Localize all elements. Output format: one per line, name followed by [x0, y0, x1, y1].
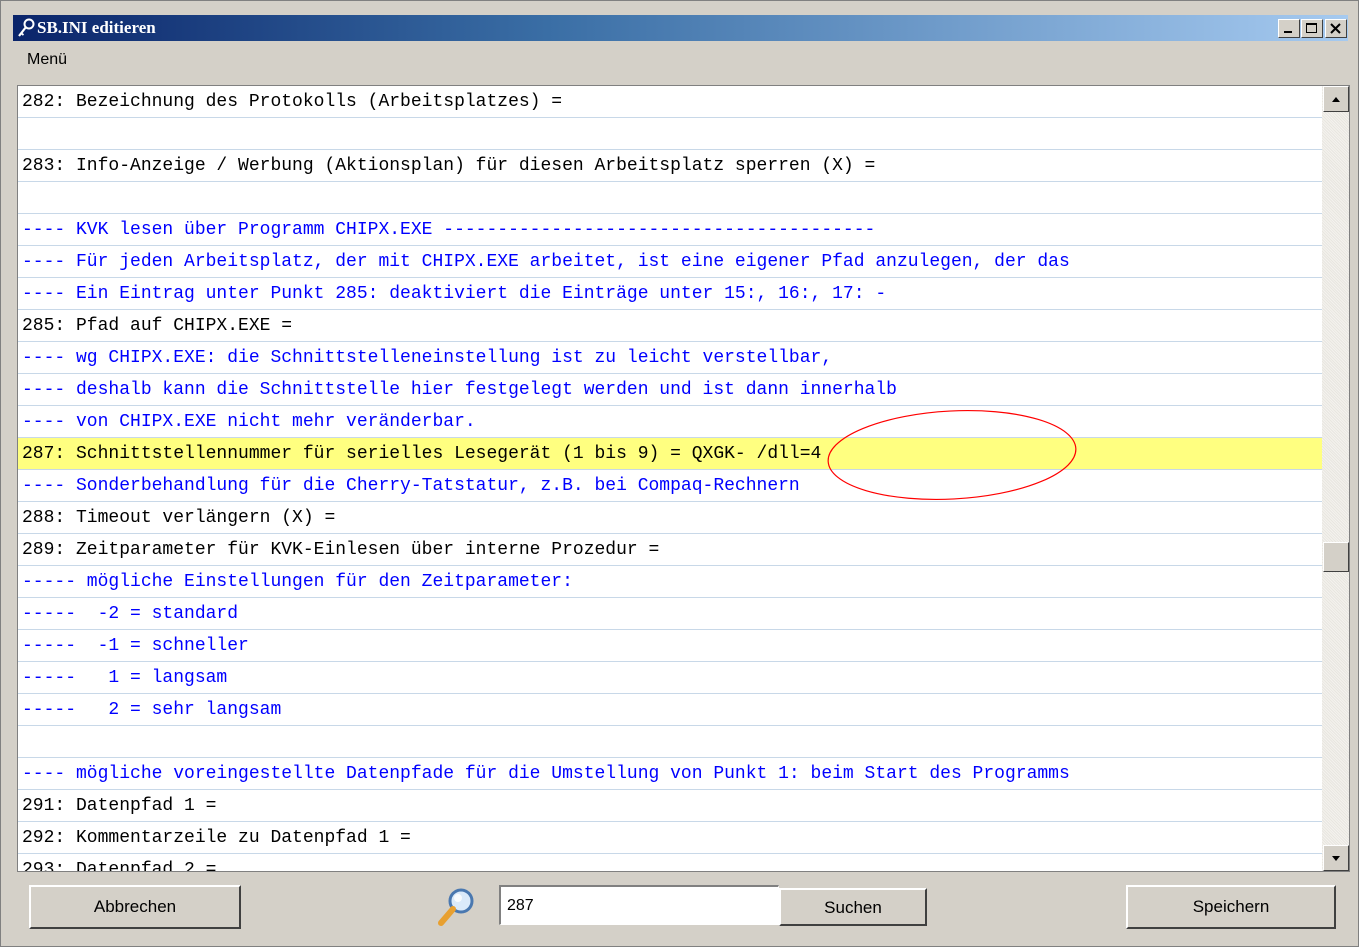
editor-line[interactable]: ---- Ein Eintrag unter Punkt 285: deakti… — [18, 278, 1323, 310]
search-button[interactable]: Suchen — [779, 888, 927, 926]
maximize-icon — [1306, 23, 1317, 33]
editor-line[interactable]: ---- von CHIPX.EXE nicht mehr veränderba… — [18, 406, 1323, 438]
minimize-button[interactable] — [1278, 19, 1300, 38]
menu-bar: Menü — [13, 45, 1348, 75]
arrow-down-icon — [1332, 856, 1340, 861]
editor-line-blank[interactable] — [18, 182, 1323, 214]
editor-lines[interactable]: 282: Bezeichnung des Protokolls (Arbeits… — [18, 86, 1323, 871]
editor-line[interactable]: 292: Kommentarzeile zu Datenpfad 1 = — [18, 822, 1323, 854]
arrow-up-icon — [1332, 97, 1340, 102]
vertical-scrollbar[interactable] — [1322, 86, 1349, 871]
scroll-thumb[interactable] — [1323, 542, 1349, 572]
title-bar[interactable]: SB.INI editieren — [13, 15, 1348, 41]
editor-line[interactable]: ----- 1 = langsam — [18, 662, 1323, 694]
scroll-down-button[interactable] — [1323, 845, 1349, 871]
save-button[interactable]: Speichern — [1126, 885, 1336, 929]
editor-line[interactable]: ----- 2 = sehr langsam — [18, 694, 1323, 726]
minimize-icon — [1284, 31, 1292, 33]
scroll-up-button[interactable] — [1323, 86, 1349, 112]
menu-item-menue[interactable]: Menü — [25, 45, 69, 75]
app-window: SB.INI editieren Menü 282: Bezeichnung d… — [0, 0, 1359, 947]
key-icon — [17, 18, 35, 38]
editor-line[interactable]: ---- KVK lesen über Programm CHIPX.EXE -… — [18, 214, 1323, 246]
editor-line[interactable]: ---- Für jeden Arbeitsplatz, der mit CHI… — [18, 246, 1323, 278]
close-icon — [1330, 23, 1341, 34]
editor-line[interactable]: ---- wg CHIPX.EXE: die Schnittstellenein… — [18, 342, 1323, 374]
editor-line[interactable]: ----- -2 = standard — [18, 598, 1323, 630]
close-button[interactable] — [1325, 19, 1347, 38]
editor-line[interactable]: ---- Sonderbehandlung für die Cherry-Tat… — [18, 470, 1323, 502]
editor-line[interactable]: 289: Zeitparameter für KVK-Einlesen über… — [18, 534, 1323, 566]
editor-line[interactable]: 283: Info-Anzeige / Werbung (Aktionsplan… — [18, 150, 1323, 182]
editor-line[interactable]: 287: Schnittstellennummer für serielles … — [18, 438, 1323, 470]
maximize-button[interactable] — [1301, 19, 1323, 38]
editor-line[interactable]: 291: Datenpfad 1 = — [18, 790, 1323, 822]
ini-editor[interactable]: 282: Bezeichnung des Protokolls (Arbeits… — [17, 85, 1350, 872]
editor-line[interactable]: ---- deshalb kann die Schnittstelle hier… — [18, 374, 1323, 406]
editor-line[interactable]: 293: Datenpfad 2 = — [18, 854, 1323, 871]
magnifier-icon — [433, 885, 479, 931]
editor-line[interactable]: ----- mögliche Einstellungen für den Zei… — [18, 566, 1323, 598]
editor-line[interactable]: 282: Bezeichnung des Protokolls (Arbeits… — [18, 86, 1323, 118]
editor-line-blank[interactable] — [18, 726, 1323, 758]
search-input[interactable] — [499, 885, 779, 925]
editor-line[interactable]: ----- -1 = schneller — [18, 630, 1323, 662]
editor-line[interactable]: 285: Pfad auf CHIPX.EXE = — [18, 310, 1323, 342]
cancel-button[interactable]: Abbrechen — [29, 885, 241, 929]
editor-line-blank[interactable] — [18, 118, 1323, 150]
editor-line[interactable]: 288: Timeout verlängern (X) = — [18, 502, 1323, 534]
editor-line[interactable]: ---- mögliche voreingestellte Datenpfade… — [18, 758, 1323, 790]
window-title: SB.INI editieren — [37, 18, 156, 37]
